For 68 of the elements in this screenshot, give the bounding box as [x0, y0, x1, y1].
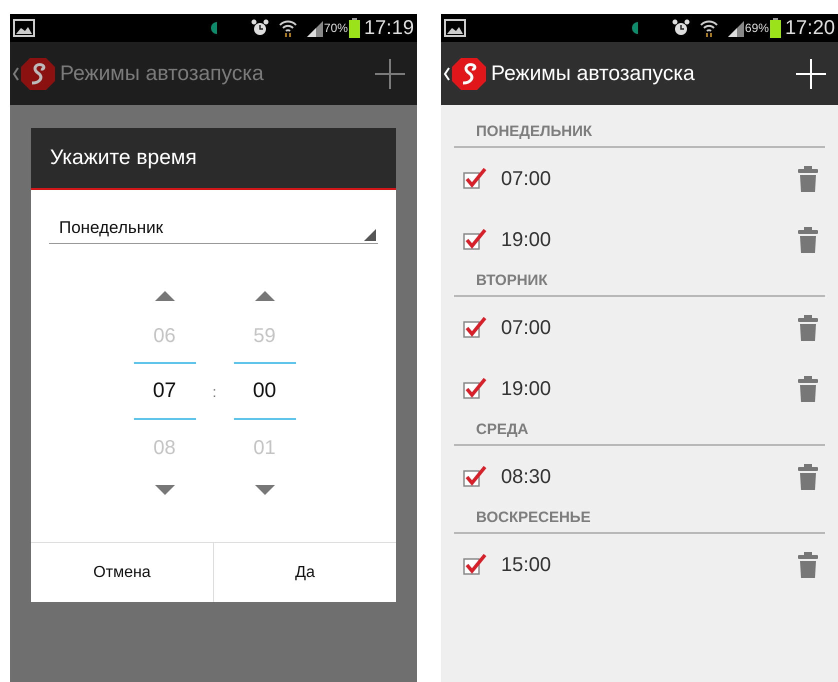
day-header: СРЕДА: [454, 419, 825, 446]
battery-icon: [348, 18, 360, 38]
alarm-clock-icon: [250, 19, 269, 37]
trash-icon: [798, 552, 818, 578]
image-icon: [13, 19, 35, 37]
trash-icon: [798, 464, 818, 490]
day-dropdown[interactable]: Понедельник: [49, 212, 378, 244]
day-header: ВТОРНИК: [454, 270, 825, 297]
wifi-icon: [700, 19, 718, 37]
delete-button[interactable]: [798, 464, 818, 490]
trash-icon: [798, 166, 818, 192]
snake-logo-icon: [20, 56, 56, 90]
checkbox[interactable]: [463, 378, 487, 400]
alarm-clock-icon: [672, 19, 690, 37]
checkbox[interactable]: [463, 316, 487, 338]
dropdown-corner-icon: [364, 229, 376, 241]
increment-arrow-icon[interactable]: [254, 291, 274, 301]
clock-time: 17:20: [784, 16, 835, 41]
day-header: ПОНЕДЕЛЬНИК: [454, 121, 825, 148]
plus-icon: [796, 58, 826, 88]
checkbox[interactable]: [463, 554, 487, 576]
day-header: ВОСКРЕСЕНЬЕ: [454, 507, 825, 534]
delete-button[interactable]: [798, 376, 818, 402]
trash-icon: [798, 314, 818, 340]
alarm-time[interactable]: 07:00: [501, 312, 798, 342]
snake-logo-icon: [451, 56, 487, 90]
signal-icon: [728, 19, 744, 37]
delete-button[interactable]: [798, 314, 818, 340]
picker-previous-value: 06: [153, 324, 176, 348]
delete-button[interactable]: [798, 226, 818, 252]
battery-icon: [770, 18, 781, 38]
checkbox[interactable]: [463, 228, 487, 250]
plus-icon: [375, 58, 405, 88]
alarm-time[interactable]: 08:30: [501, 462, 798, 492]
signal-icon: [306, 19, 323, 37]
clock-time: 17:19: [364, 16, 414, 41]
decrement-arrow-icon[interactable]: [154, 485, 174, 495]
trash-icon: [798, 376, 818, 402]
alarm-time[interactable]: 07:00: [501, 164, 798, 194]
back-chevron-icon: [12, 66, 20, 80]
checkbox[interactable]: [463, 466, 487, 488]
picker-current-value[interactable]: 00: [234, 362, 296, 420]
delete-button[interactable]: [798, 552, 818, 578]
battery-percent: 69%: [744, 20, 769, 37]
screen-title: Режимы автозапуска: [491, 60, 696, 87]
wifi-icon: [278, 19, 297, 37]
time-separator: :: [212, 382, 218, 403]
confirm-button[interactable]: Да: [213, 543, 396, 602]
cancel-button[interactable]: Отмена: [31, 543, 213, 602]
screen-title: Режимы автозапуска: [60, 60, 265, 87]
picker-previous-value: 59: [253, 324, 276, 348]
battery-percent: 70%: [324, 20, 348, 37]
image-icon: [444, 19, 466, 37]
increment-arrow-icon[interactable]: [154, 291, 174, 301]
picker-next-value: 01: [253, 436, 276, 460]
back-button[interactable]: [443, 56, 487, 90]
back-button[interactable]: [12, 56, 56, 90]
picker-next-value: 08: [153, 436, 176, 460]
checkbox[interactable]: [463, 168, 487, 190]
alarm-time[interactable]: 19:00: [501, 224, 798, 254]
alarm-time[interactable]: 15:00: [501, 550, 798, 580]
decrement-arrow-icon[interactable]: [254, 485, 274, 495]
back-chevron-icon: [443, 66, 451, 80]
alarm-time[interactable]: 19:00: [501, 374, 798, 404]
trash-icon: [798, 226, 818, 252]
picker-current-value[interactable]: 07: [134, 362, 196, 420]
delete-button[interactable]: [798, 166, 818, 192]
dialog-title: Укажите время: [31, 128, 396, 190]
